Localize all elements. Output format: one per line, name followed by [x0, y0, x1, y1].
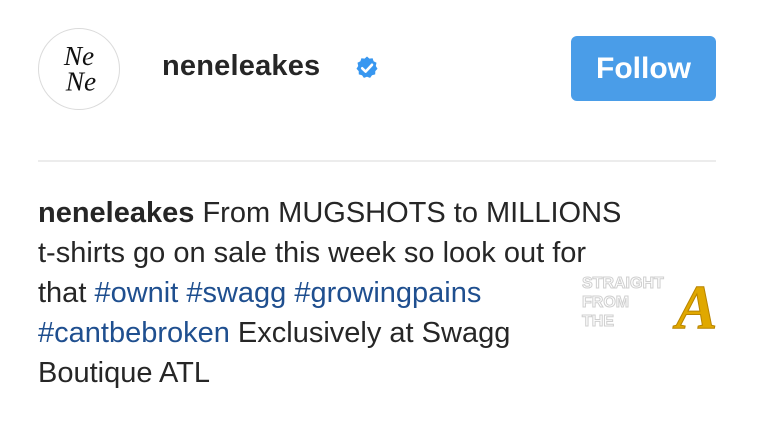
- follow-button[interactable]: Follow: [571, 36, 716, 101]
- watermark-letter: A: [672, 274, 717, 338]
- post-header: Ne Ne neneleakes Follow: [0, 0, 768, 140]
- watermark-line-3: THE: [582, 313, 614, 330]
- profile-username[interactable]: neneleakes: [162, 50, 320, 83]
- watermark-line-2: FROM: [582, 294, 629, 311]
- hashtag-cantbebroken[interactable]: #cantbebroken: [38, 317, 230, 349]
- watermark-line-1: STRAIGHT: [582, 275, 664, 292]
- caption-text: Exclusively at Swagg: [229, 317, 511, 349]
- caption-text: From MUGSHOTS to MILLIONS: [194, 197, 622, 229]
- caption-text: that: [38, 277, 95, 309]
- profile-avatar[interactable]: Ne Ne: [38, 28, 120, 110]
- caption-text: Boutique ATL: [38, 357, 210, 389]
- hashtag-growingpains[interactable]: #growingpains: [294, 277, 481, 309]
- caption-line-5: Boutique ATL: [38, 353, 738, 393]
- header-divider: [38, 160, 716, 162]
- avatar-logo: Ne Ne: [63, 41, 96, 96]
- avatar-text-bottom: Ne: [65, 66, 96, 96]
- caption-line-2: t-shirts go on sale this week so look ou…: [38, 233, 738, 273]
- hashtag-ownit[interactable]: #ownit: [94, 277, 178, 309]
- hashtag-swagg[interactable]: #swagg: [186, 277, 286, 309]
- caption-username[interactable]: neneleakes: [38, 197, 194, 229]
- caption-line-1: neneleakes From MUGSHOTS to MILLIONS: [38, 193, 738, 233]
- verified-badge-icon: [356, 56, 378, 78]
- straight-from-the-a-watermark: STRAIGHT FROM THE A: [582, 274, 718, 339]
- caption-text: t-shirts go on sale this week so look ou…: [38, 237, 587, 269]
